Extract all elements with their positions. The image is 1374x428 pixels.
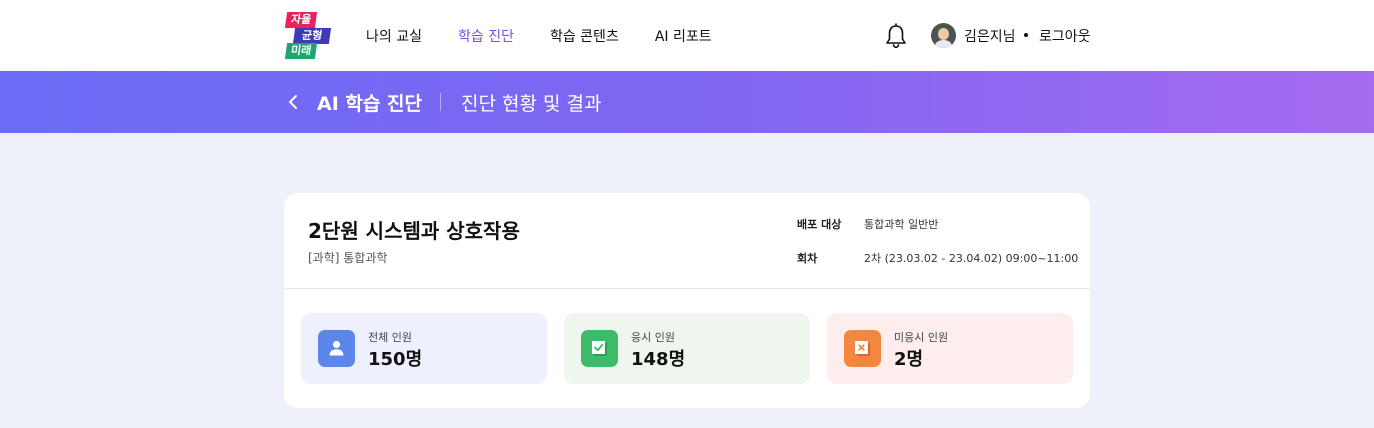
diagnosis-summary-card: 2단원 시스템과 상호작용 [과학] 통합과학 배포 대상 통합과학 일반반 회… — [284, 193, 1090, 408]
bell-icon[interactable] — [884, 23, 908, 49]
subject-label: [과학] 통합과학 — [308, 251, 388, 265]
unit-title: 2단원 시스템과 상호작용 — [308, 219, 520, 243]
round-label: 회차 — [797, 252, 818, 265]
separator-dot — [1024, 33, 1028, 37]
avatar-face — [938, 28, 949, 40]
logo-line-2: 균형 — [292, 28, 332, 44]
brand-logo[interactable]: 자율 균형 미래 — [284, 12, 332, 59]
x-paper-icon — [844, 330, 881, 367]
page-title: AI 학습 진단 — [317, 93, 422, 115]
chevron-left-icon[interactable] — [286, 91, 300, 113]
logo-line-1: 자율 — [284, 12, 318, 28]
target-label: 배포 대상 — [797, 218, 842, 231]
user-name: 김은지님 — [964, 29, 1016, 45]
nav-item-my-classroom[interactable]: 나의 교실 — [366, 26, 422, 46]
person-icon — [318, 330, 355, 367]
stat-taken: 응시 인원 148명 — [564, 313, 810, 384]
stat-label: 응시 인원 — [631, 331, 675, 344]
nav-item-learning-diagnosis[interactable]: 학습 진단 — [458, 26, 514, 46]
main-nav: 나의 교실 학습 진단 학습 콘텐츠 AI 리포트 — [366, 0, 748, 71]
stat-total: 전체 인원 150명 — [301, 313, 547, 384]
page-banner: AI 학습 진단 진단 현황 및 결과 — [0, 71, 1374, 133]
stat-value: 148명 — [631, 349, 686, 370]
logout-button[interactable]: 로그아웃 — [1039, 26, 1091, 46]
target-value: 통합과학 일반반 — [864, 218, 939, 231]
stat-label: 전체 인원 — [368, 331, 412, 344]
checked-paper-icon — [581, 330, 618, 367]
nav-item-learning-contents[interactable]: 학습 콘텐츠 — [550, 26, 619, 46]
user-avatar[interactable] — [931, 23, 956, 48]
round-value: 2차 (23.03.02 - 23.04.02) 09:00~11:00 — [864, 252, 1079, 265]
banner-divider — [440, 93, 441, 111]
stat-not-taken: 미응시 인원 2명 — [827, 313, 1073, 384]
stat-label: 미응시 인원 — [894, 331, 949, 344]
card-divider — [284, 288, 1090, 289]
stat-value: 150명 — [368, 349, 423, 370]
avatar-body — [935, 40, 952, 48]
logo-line-3: 미래 — [284, 43, 318, 59]
page-subtitle: 진단 현황 및 결과 — [461, 93, 602, 115]
top-header: 자율 균형 미래 나의 교실 학습 진단 학습 콘텐츠 AI 리포트 김은지님 … — [0, 0, 1374, 71]
stat-value: 2명 — [894, 349, 924, 370]
nav-item-ai-report[interactable]: AI 리포트 — [655, 26, 712, 46]
